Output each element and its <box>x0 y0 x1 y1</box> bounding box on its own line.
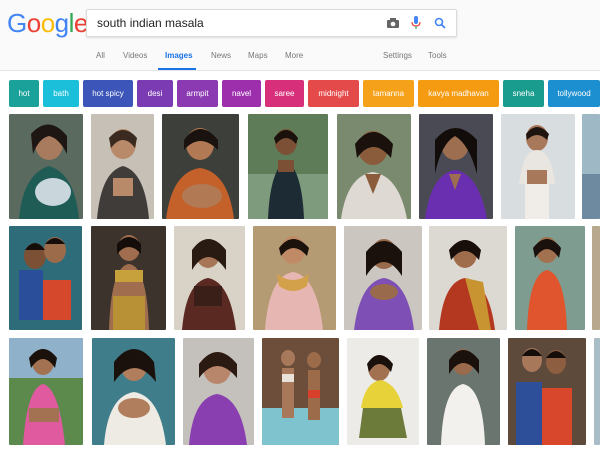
image-result[interactable] <box>594 338 600 445</box>
image-result[interactable] <box>515 226 585 330</box>
image-result[interactable] <box>183 338 254 445</box>
image-result[interactable] <box>9 114 83 219</box>
image-result[interactable] <box>592 226 600 330</box>
image-result[interactable] <box>92 338 175 445</box>
image-result[interactable] <box>162 114 239 219</box>
image-result[interactable] <box>9 226 82 330</box>
image-result[interactable] <box>427 338 500 445</box>
image-result[interactable] <box>419 114 493 219</box>
image-result[interactable] <box>262 338 339 445</box>
image-result[interactable] <box>337 114 411 219</box>
image-result[interactable] <box>248 114 328 219</box>
image-result[interactable] <box>9 338 83 445</box>
image-result[interactable] <box>253 226 336 330</box>
image-result[interactable] <box>508 338 586 445</box>
image-result[interactable] <box>347 338 419 445</box>
image-result[interactable] <box>91 226 166 330</box>
image-result[interactable] <box>344 226 422 330</box>
image-result[interactable] <box>91 114 154 219</box>
image-result[interactable] <box>501 114 575 219</box>
image-result[interactable] <box>582 114 600 219</box>
image-results-grid <box>0 0 600 450</box>
image-result[interactable] <box>429 226 507 330</box>
image-result[interactable] <box>174 226 245 330</box>
